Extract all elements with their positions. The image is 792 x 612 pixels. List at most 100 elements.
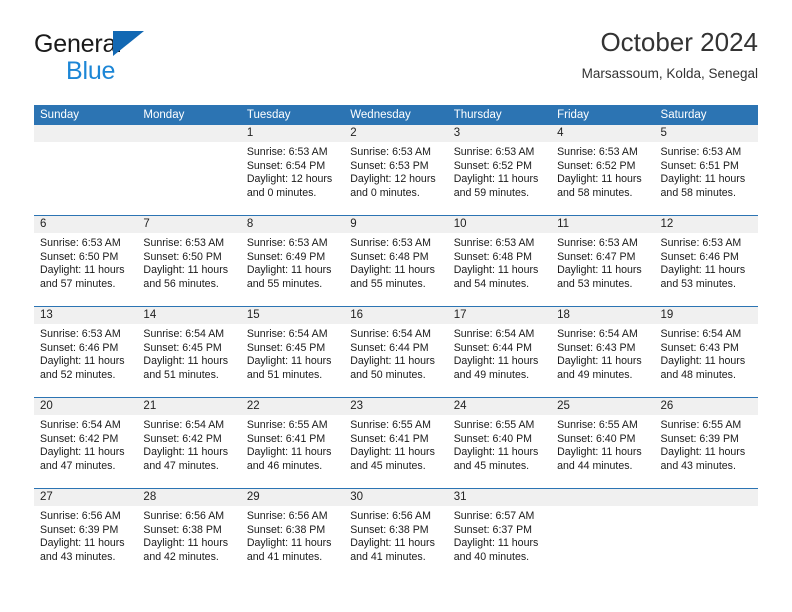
sunset-text: Sunset: 6:49 PM <box>246 250 326 263</box>
day-cell[interactable]: 10 Sunrise: 6:53 AM Sunset: 6:48 PM Dayl… <box>447 216 552 306</box>
daylight-text: Daylight: 12 hours and 0 minutes. <box>246 173 333 199</box>
sunset-text: Sunset: 6:40 PM <box>453 432 533 445</box>
day-details: Sunrise: 6:53 AM Sunset: 6:46 PM Dayligh… <box>34 324 137 382</box>
day-number: 3 <box>447 125 552 142</box>
day-number: 5 <box>654 125 758 142</box>
day-cell[interactable]: 3 Sunrise: 6:53 AM Sunset: 6:52 PM Dayli… <box>447 125 552 215</box>
day-cell[interactable]: 22 Sunrise: 6:55 AM Sunset: 6:41 PM Dayl… <box>240 398 345 488</box>
sunset-text: Sunset: 6:53 PM <box>350 159 429 172</box>
page-header: General Blue October 2024 Marsassoum, Ko… <box>34 26 758 98</box>
day-cell[interactable] <box>34 125 138 215</box>
day-cell[interactable]: 18 Sunrise: 6:54 AM Sunset: 6:43 PM Dayl… <box>551 307 655 397</box>
day-details: Sunrise: 6:55 AM Sunset: 6:39 PM Dayligh… <box>655 415 758 473</box>
day-number: 20 <box>34 398 138 415</box>
day-details: Sunrise: 6:53 AM Sunset: 6:50 PM Dayligh… <box>34 233 137 291</box>
calendar-grid: Sunday Monday Tuesday Wednesday Thursday… <box>34 105 758 579</box>
day-details: Sunrise: 6:55 AM Sunset: 6:41 PM Dayligh… <box>241 415 344 473</box>
day-number: 18 <box>551 307 655 324</box>
day-cell[interactable]: 29 Sunrise: 6:56 AM Sunset: 6:38 PM Dayl… <box>240 489 345 579</box>
generalblue-logo[interactable]: General Blue <box>34 30 284 92</box>
sunset-text: Sunset: 6:44 PM <box>453 341 533 354</box>
sunrise-text: Sunrise: 6:53 AM <box>246 146 328 158</box>
daylight-text: Daylight: 11 hours and 51 minutes. <box>246 355 332 381</box>
day-cell[interactable]: 27 Sunrise: 6:56 AM Sunset: 6:39 PM Dayl… <box>34 489 138 579</box>
sunrise-text: Sunrise: 6:53 AM <box>350 146 431 158</box>
day-details: Sunrise: 6:54 AM Sunset: 6:42 PM Dayligh… <box>34 415 137 473</box>
sunset-text: Sunset: 6:54 PM <box>246 159 326 172</box>
day-number: 19 <box>654 307 758 324</box>
day-cell[interactable]: 16 Sunrise: 6:54 AM Sunset: 6:44 PM Dayl… <box>344 307 448 397</box>
sunrise-text: Sunrise: 6:56 AM <box>40 510 121 522</box>
weekday-header-friday: Friday <box>557 109 590 121</box>
day-details <box>137 142 240 146</box>
sunrise-text: Sunrise: 6:54 AM <box>143 419 225 431</box>
title-block: October 2024 Marsassoum, Kolda, Senegal <box>582 26 758 82</box>
sunset-text: Sunset: 6:40 PM <box>557 432 636 445</box>
weekday-header-wednesday: Wednesday <box>350 109 411 121</box>
day-cell[interactable] <box>551 489 655 579</box>
daylight-text: Daylight: 11 hours and 58 minutes. <box>557 173 642 199</box>
day-number: 11 <box>551 216 655 233</box>
day-details <box>34 142 137 146</box>
day-cell[interactable]: 26 Sunrise: 6:55 AM Sunset: 6:39 PM Dayl… <box>654 398 758 488</box>
daylight-text: Daylight: 11 hours and 43 minutes. <box>660 446 746 472</box>
sunset-text: Sunset: 6:42 PM <box>143 432 222 445</box>
daylight-text: Daylight: 11 hours and 41 minutes. <box>350 537 435 563</box>
brand-name-blue: Blue <box>66 57 116 85</box>
day-cell[interactable]: 5 Sunrise: 6:53 AM Sunset: 6:51 PM Dayli… <box>654 125 758 215</box>
day-cell[interactable]: 11 Sunrise: 6:53 AM Sunset: 6:47 PM Dayl… <box>551 216 655 306</box>
day-details: Sunrise: 6:56 AM Sunset: 6:39 PM Dayligh… <box>34 506 137 564</box>
day-cell[interactable] <box>137 125 241 215</box>
sunrise-text: Sunrise: 6:55 AM <box>660 419 742 431</box>
day-details: Sunrise: 6:54 AM Sunset: 6:45 PM Dayligh… <box>241 324 344 382</box>
day-cell[interactable]: 7 Sunrise: 6:53 AM Sunset: 6:50 PM Dayli… <box>137 216 241 306</box>
day-cell[interactable]: 15 Sunrise: 6:54 AM Sunset: 6:45 PM Dayl… <box>240 307 345 397</box>
daylight-text: Daylight: 11 hours and 49 minutes. <box>557 355 642 381</box>
daylight-text: Daylight: 11 hours and 47 minutes. <box>40 446 125 472</box>
day-cell[interactable]: 13 Sunrise: 6:53 AM Sunset: 6:46 PM Dayl… <box>34 307 138 397</box>
day-cell[interactable]: 2 Sunrise: 6:53 AM Sunset: 6:53 PM Dayli… <box>344 125 448 215</box>
sunrise-text: Sunrise: 6:53 AM <box>660 146 742 158</box>
day-number: 17 <box>447 307 552 324</box>
day-cell[interactable]: 21 Sunrise: 6:54 AM Sunset: 6:42 PM Dayl… <box>137 398 241 488</box>
day-cell[interactable]: 24 Sunrise: 6:55 AM Sunset: 6:40 PM Dayl… <box>447 398 552 488</box>
day-details: Sunrise: 6:54 AM Sunset: 6:42 PM Dayligh… <box>137 415 240 473</box>
day-details: Sunrise: 6:57 AM Sunset: 6:37 PM Dayligh… <box>448 506 551 564</box>
day-details: Sunrise: 6:54 AM Sunset: 6:44 PM Dayligh… <box>448 324 551 382</box>
sunrise-text: Sunrise: 6:53 AM <box>143 237 225 249</box>
day-cell[interactable]: 20 Sunrise: 6:54 AM Sunset: 6:42 PM Dayl… <box>34 398 138 488</box>
daylight-text: Daylight: 11 hours and 59 minutes. <box>453 173 539 199</box>
daylight-text: Daylight: 11 hours and 57 minutes. <box>40 264 125 290</box>
sunrise-text: Sunrise: 6:55 AM <box>453 419 535 431</box>
sunset-text: Sunset: 6:46 PM <box>660 250 739 263</box>
daylight-text: Daylight: 11 hours and 52 minutes. <box>40 355 125 381</box>
sunset-text: Sunset: 6:47 PM <box>557 250 636 263</box>
daylight-text: Daylight: 11 hours and 51 minutes. <box>143 355 229 381</box>
day-cell[interactable]: 30 Sunrise: 6:56 AM Sunset: 6:38 PM Dayl… <box>344 489 448 579</box>
day-cell[interactable]: 9 Sunrise: 6:53 AM Sunset: 6:48 PM Dayli… <box>344 216 448 306</box>
day-cell[interactable]: 25 Sunrise: 6:55 AM Sunset: 6:40 PM Dayl… <box>551 398 655 488</box>
day-number: 28 <box>137 489 241 506</box>
day-cell[interactable]: 28 Sunrise: 6:56 AM Sunset: 6:38 PM Dayl… <box>137 489 241 579</box>
day-cell[interactable]: 12 Sunrise: 6:53 AM Sunset: 6:46 PM Dayl… <box>654 216 758 306</box>
day-cell[interactable]: 14 Sunrise: 6:54 AM Sunset: 6:45 PM Dayl… <box>137 307 241 397</box>
day-cell[interactable]: 31 Sunrise: 6:57 AM Sunset: 6:37 PM Dayl… <box>447 489 552 579</box>
day-cell[interactable]: 17 Sunrise: 6:54 AM Sunset: 6:44 PM Dayl… <box>447 307 552 397</box>
day-details: Sunrise: 6:56 AM Sunset: 6:38 PM Dayligh… <box>344 506 447 564</box>
day-cell[interactable]: 1 Sunrise: 6:53 AM Sunset: 6:54 PM Dayli… <box>240 125 345 215</box>
day-cell[interactable]: 4 Sunrise: 6:53 AM Sunset: 6:52 PM Dayli… <box>551 125 655 215</box>
sunrise-text: Sunrise: 6:54 AM <box>246 328 328 340</box>
weekday-header-saturday: Saturday <box>660 109 707 121</box>
day-cell[interactable]: 19 Sunrise: 6:54 AM Sunset: 6:43 PM Dayl… <box>654 307 758 397</box>
weekday-header-thursday: Thursday <box>453 109 502 121</box>
day-cell[interactable]: 6 Sunrise: 6:53 AM Sunset: 6:50 PM Dayli… <box>34 216 138 306</box>
day-cell[interactable] <box>654 489 758 579</box>
day-cell[interactable]: 23 Sunrise: 6:55 AM Sunset: 6:41 PM Dayl… <box>344 398 448 488</box>
day-cell[interactable]: 8 Sunrise: 6:53 AM Sunset: 6:49 PM Dayli… <box>240 216 345 306</box>
sunset-text: Sunset: 6:50 PM <box>40 250 119 263</box>
day-number: 21 <box>137 398 241 415</box>
sunset-text: Sunset: 6:38 PM <box>246 523 326 536</box>
day-number: 6 <box>34 216 138 233</box>
day-number: 31 <box>447 489 552 506</box>
day-details <box>655 506 758 510</box>
